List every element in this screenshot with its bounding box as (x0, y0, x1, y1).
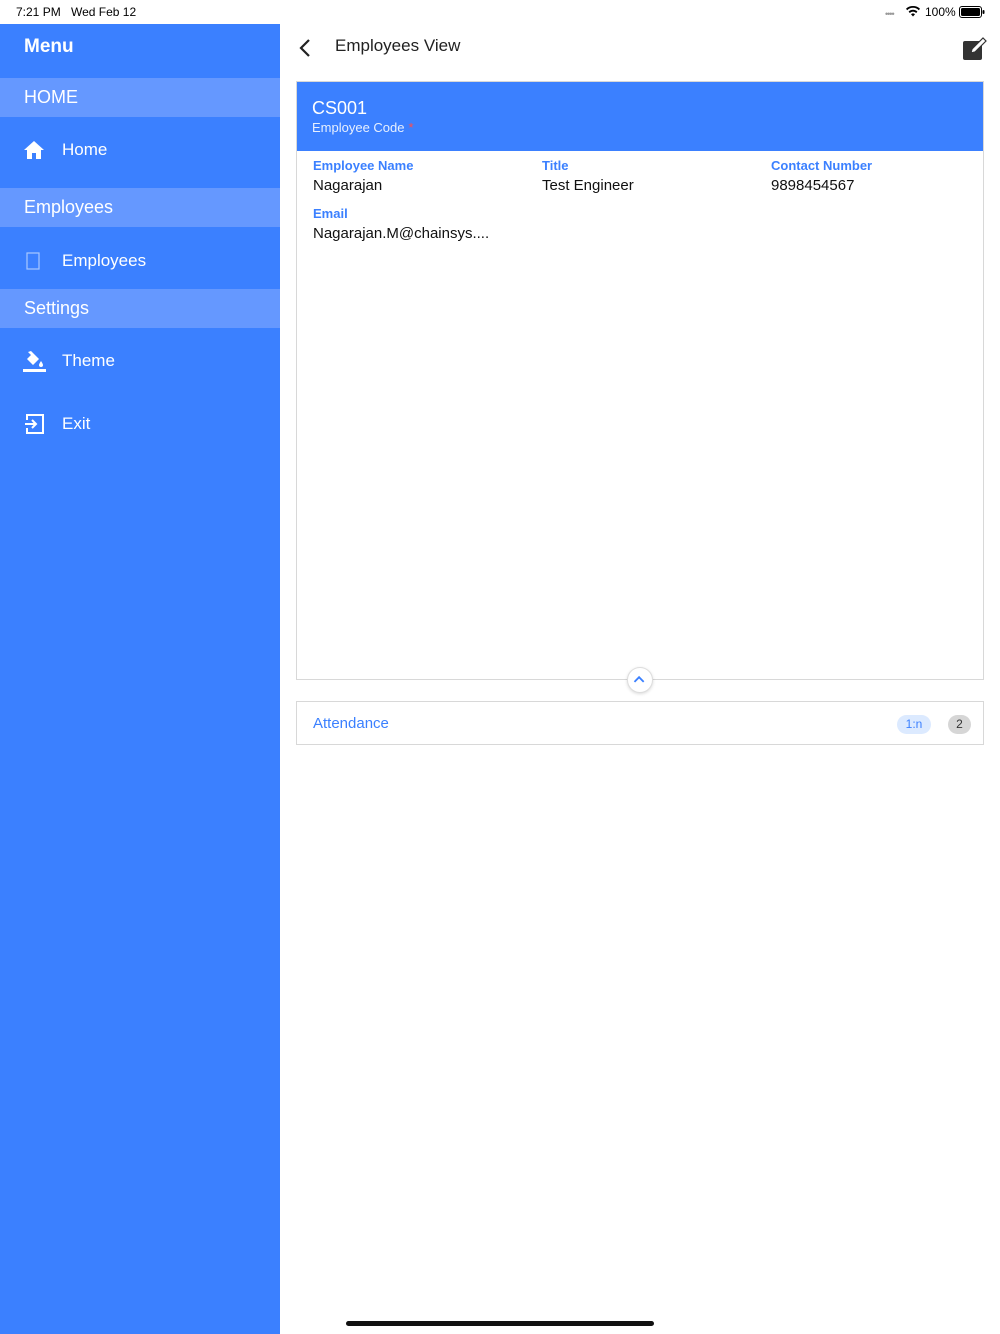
signal-dots-icon: •••• (885, 9, 895, 19)
sidebar-title: Menu (24, 36, 74, 57)
battery-icon (959, 6, 985, 18)
employee-record-card: CS001 Employee Code * Employee Name Nagar… (296, 81, 984, 680)
sidebar-item-theme[interactable]: Theme (0, 337, 280, 385)
battery-percent: 100% (925, 5, 956, 19)
back-chevron-icon[interactable] (296, 38, 316, 58)
required-marker: * (408, 120, 414, 135)
wifi-icon (906, 5, 920, 17)
page-header: Employees View (280, 24, 1000, 80)
sidebar-item-home[interactable]: Home (0, 126, 280, 174)
field-value: 9898454567 (771, 177, 855, 194)
relation-badge: 1:n (897, 715, 931, 734)
sidebar-item-employees[interactable]: Employees (0, 237, 280, 285)
attendance-related-row[interactable]: Attendance 1:n 2 (296, 701, 984, 745)
sidebar-item-exit[interactable]: Exit (0, 400, 280, 448)
section-header-home: HOME (0, 78, 280, 117)
record-banner: CS001 Employee Code * (297, 82, 983, 151)
exit-icon (25, 414, 44, 434)
status-bar: 7:21 PM Wed Feb 12 •••• 100% (0, 0, 1000, 24)
edit-icon[interactable] (962, 36, 988, 62)
section-header-settings: Settings (0, 289, 280, 328)
sidebar-menu: Menu HOME Home Employees Employees Setti… (0, 24, 280, 1334)
employee-code-label: Employee Code * (312, 120, 414, 135)
sidebar-item-label: Employees (62, 251, 147, 270)
field-employee-name: Employee Name Nagarajan (313, 158, 413, 194)
field-label: Employee Name (313, 158, 414, 173)
sidebar-item-label: Home (62, 140, 108, 159)
status-date: Wed Feb 12 (71, 5, 137, 19)
field-value: Nagarajan (313, 177, 383, 194)
checkbox-icon (26, 252, 40, 270)
field-label: Title (542, 158, 569, 173)
status-time: 7:21 PM (16, 5, 61, 19)
field-value: Test Engineer (542, 177, 634, 194)
paint-bucket-icon (23, 351, 46, 372)
chevron-up-icon (633, 675, 645, 683)
employee-code-label-text: Employee Code (312, 120, 405, 135)
field-label: Contact Number (771, 158, 873, 173)
employee-code-value: CS001 (312, 98, 368, 118)
page-title: Employees View (335, 36, 461, 55)
field-value: Nagarajan.M@chainsys.... (313, 225, 490, 242)
field-label: Email (313, 206, 348, 221)
collapse-button[interactable] (627, 667, 653, 693)
count-badge: 2 (948, 715, 971, 734)
sidebar-item-label: Theme (62, 351, 115, 370)
home-indicator[interactable] (346, 1321, 654, 1326)
field-email: Email Nagarajan.M@chainsys.... (313, 206, 489, 242)
sidebar-item-label: Exit (62, 414, 91, 433)
home-icon (24, 141, 44, 159)
section-header-employees: Employees (0, 188, 280, 227)
screen: 7:21 PM Wed Feb 12 •••• 100% Menu HOME H… (0, 0, 1000, 1334)
attendance-label: Attendance (313, 715, 389, 732)
field-contact-number: Contact Number 9898454567 (771, 158, 872, 194)
field-title: Title Test Engineer (542, 158, 634, 194)
